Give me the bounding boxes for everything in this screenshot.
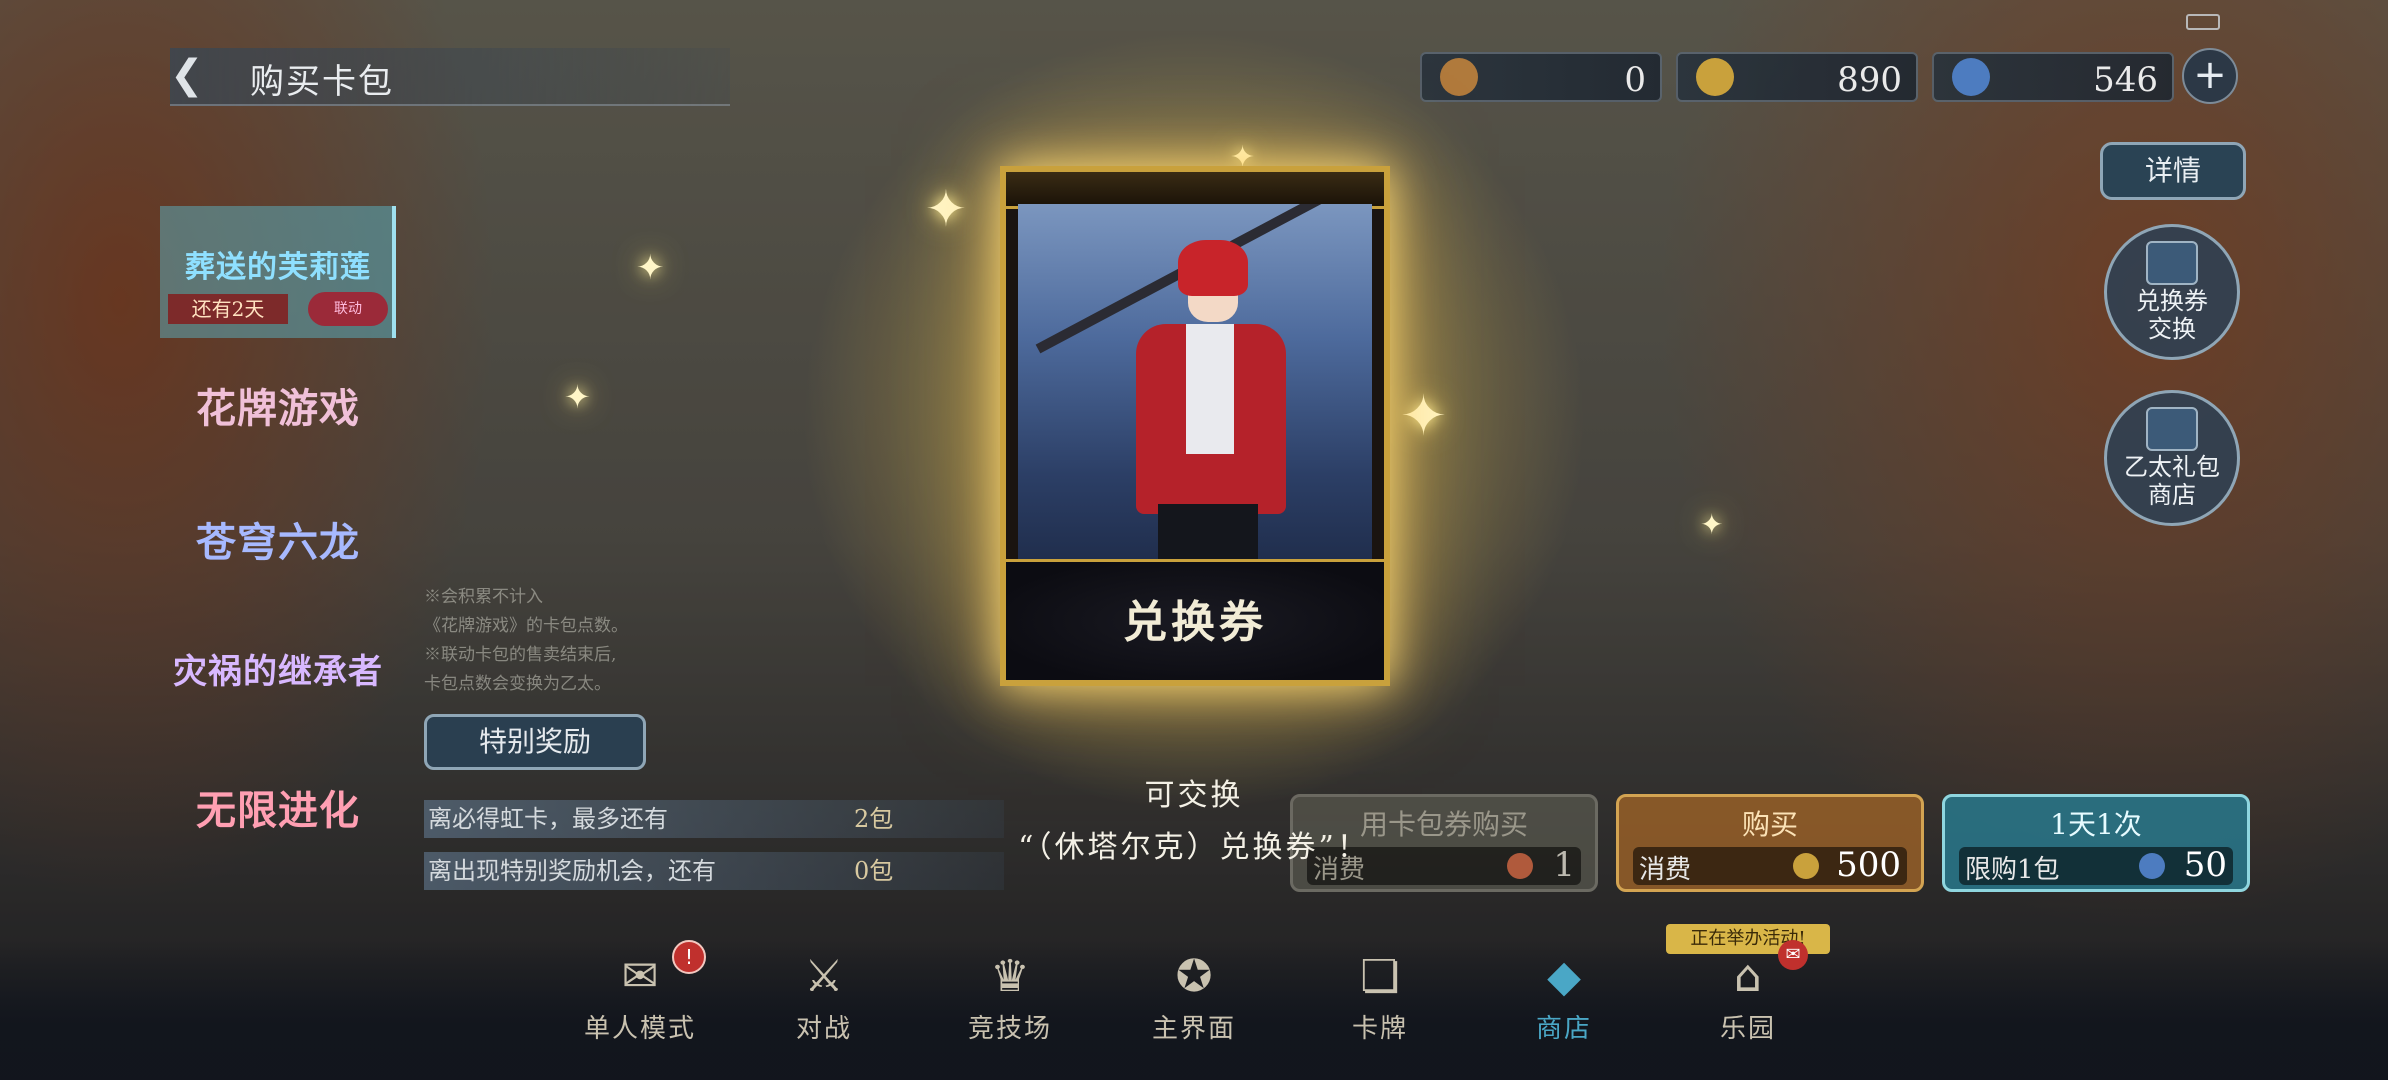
collab-badge: 联动 <box>308 292 388 326</box>
nav-cards[interactable]: ❏ 卡牌 <box>1310 952 1450 1045</box>
nav-label: 商店 <box>1535 1014 1592 1044</box>
currency-value: 0 <box>1624 60 1646 100</box>
ticket-icon <box>2146 241 2198 285</box>
sparkle-icon: ✦ <box>636 248 665 288</box>
exchange-message-line1: 可交换 <box>1144 778 1244 813</box>
card-banner-text: 兑换券 <box>1123 597 1267 648</box>
gold-icon <box>1696 58 1734 96</box>
trophy-icon: ♛ <box>990 951 1030 1002</box>
sparkle-icon: ✦ <box>1700 508 1724 541</box>
exchange-ticket-label-1: 兑换券 <box>2136 287 2208 315</box>
crossed-swords-icon: ⚔ <box>804 951 844 1002</box>
ether-shop-label-1: 乙太礼包 <box>2124 453 2220 481</box>
home-compass-icon: ✪ <box>1175 951 1213 1002</box>
ether-shop-label-2: 商店 <box>2148 481 2196 509</box>
add-currency-button[interactable]: + <box>2182 48 2238 104</box>
battery-icon <box>2186 14 2220 30</box>
detail-button[interactable]: 详情 <box>2100 142 2246 200</box>
treasure-chest-icon <box>2146 407 2198 451</box>
currency-gold: 890 <box>1676 52 1918 102</box>
shop-icon: ◆ <box>1547 951 1581 1002</box>
currency-value: 890 <box>1837 60 1902 100</box>
currency-pack-ticket: 0 <box>1420 52 1662 102</box>
pack-item-heir[interactable]: 灾祸的继承者 <box>160 608 396 740</box>
exchange-message-line2: “（休塔尔克）兑换券”！ <box>1018 830 1370 865</box>
ether-shop-button[interactable]: 乙太礼包 商店 <box>2104 390 2240 526</box>
nav-label: 竞技场 <box>967 1014 1052 1044</box>
nav-label: 卡牌 <box>1351 1014 1408 1044</box>
nav-label: 主界面 <box>1151 1014 1236 1044</box>
exchange-ticket-label-2: 交换 <box>2148 315 2196 343</box>
pack-item-flower-game[interactable]: 花牌游戏 <box>160 340 396 472</box>
sparkle-icon: ✦ <box>925 180 967 238</box>
sparkle-icon: ✦ <box>564 378 591 416</box>
solo-mode-icon: ✉ <box>621 951 659 1002</box>
back-arrow-icon: ❮ <box>170 52 204 98</box>
character-hair-art <box>1178 240 1248 296</box>
pack-item-six-dragons[interactable]: 苍穹六龙 <box>160 474 396 606</box>
special-reward-button[interactable]: 特别奖励 <box>424 714 646 770</box>
back-button[interactable]: ❮ <box>170 52 216 98</box>
revealed-card[interactable]: 兑换券 <box>1000 166 1390 686</box>
plus-icon: + <box>2193 52 2227 98</box>
nav-label: 乐园 <box>1719 1014 1776 1044</box>
currency-crystal: 546 <box>1932 52 2174 102</box>
currency-value: 546 <box>2093 60 2158 100</box>
time-remaining-badge: 还有2天 <box>168 294 288 324</box>
card-art <box>1018 204 1372 590</box>
note-line: 《花牌游戏》的卡包点数。 <box>424 616 628 636</box>
nav-label: 对战 <box>795 1014 852 1044</box>
pack-notes: ※会积累不计入 《花牌游戏》的卡包点数。 ※联动卡包的售卖结束后, 卡包点数会变… <box>424 583 628 699</box>
crystal-icon <box>1952 58 1990 96</box>
character-shirt-art <box>1186 324 1234 454</box>
pack-ticket-icon <box>1440 58 1478 96</box>
pack-logo: 苍穹六龙 <box>196 519 360 566</box>
paradise-icon: ⌂ <box>1734 951 1762 1002</box>
note-line: ※联动卡包的售卖结束后, <box>424 645 617 665</box>
page-title: 购买卡包 <box>250 62 394 102</box>
nav-label: 单人模式 <box>583 1014 696 1044</box>
sparkle-icon: ✦ <box>1400 384 1447 449</box>
nav-shop[interactable]: ◆ 商店 <box>1494 952 1634 1045</box>
note-line: ※会积累不计入 <box>424 587 543 607</box>
pack-logo: 花牌游戏 <box>196 385 360 432</box>
exchange-ticket-button[interactable]: 兑换券 交换 <box>2104 224 2240 360</box>
pack-item-frieren[interactable]: 葬送的芙莉莲 还有2天 联动 <box>160 206 396 338</box>
mail-icon: ✉ <box>1778 940 1808 970</box>
nav-arena[interactable]: ♛ 竞技场 <box>940 952 1080 1045</box>
cards-icon: ❏ <box>1360 951 1400 1002</box>
pack-logo: 葬送的芙莉莲 <box>185 250 371 285</box>
pack-logo: 灾祸的继承者 <box>173 652 383 692</box>
notification-badge: ! <box>672 940 706 974</box>
nav-home[interactable]: ✪ 主界面 <box>1124 952 1264 1045</box>
nav-battle[interactable]: ⚔ 对战 <box>754 952 894 1045</box>
note-line: 卡包点数会变换为乙太。 <box>424 674 611 694</box>
